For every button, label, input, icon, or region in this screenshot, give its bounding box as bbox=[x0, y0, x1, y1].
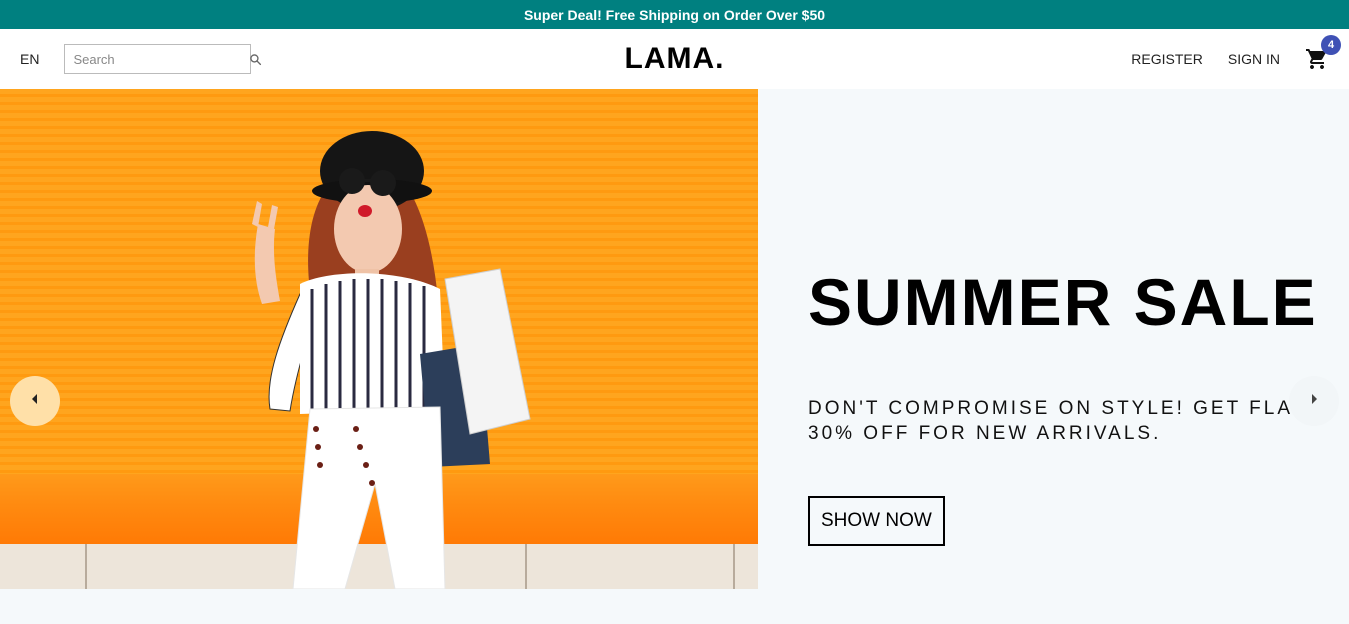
hero-image bbox=[0, 89, 758, 589]
search-input[interactable] bbox=[73, 51, 250, 67]
search-icon[interactable] bbox=[249, 52, 262, 66]
site-logo[interactable]: LAMA. bbox=[625, 42, 725, 76]
nav-left: EN bbox=[20, 44, 262, 74]
show-now-button[interactable]: SHOW NOW bbox=[808, 496, 945, 547]
model-illustration bbox=[252, 131, 531, 589]
register-link[interactable]: REGISTER bbox=[1131, 51, 1203, 67]
slide-title: SUMMER SALE bbox=[808, 265, 1318, 339]
announcement-text: Super Deal! Free Shipping on Order Over … bbox=[523, 6, 826, 23]
arrow-left-icon bbox=[30, 392, 40, 410]
language-selector[interactable]: EN bbox=[20, 51, 39, 67]
slider-left-arrow[interactable] bbox=[10, 376, 60, 426]
hero-slider: SUMMER SALE DON'T COMPROMISE ON STYLE! G… bbox=[0, 89, 1349, 589]
page-bottom bbox=[0, 589, 1349, 624]
arrow-right-icon bbox=[1309, 392, 1319, 410]
search-container bbox=[64, 44, 262, 74]
sign-in-link[interactable]: SIGN IN bbox=[1228, 51, 1280, 67]
shopping-cart-icon bbox=[1305, 49, 1329, 75]
cart-count-badge: 4 bbox=[1321, 35, 1341, 55]
navbar: EN LAMA. REGISTER SIGN IN 4 bbox=[0, 29, 1349, 89]
slide-info: SUMMER SALE DON'T COMPROMISE ON STYLE! G… bbox=[758, 89, 1349, 589]
nav-right: REGISTER SIGN IN 4 bbox=[1106, 35, 1341, 71]
slide-description: DON'T COMPROMISE ON STYLE! GET FLAT 30% … bbox=[808, 398, 1306, 444]
announcement-bar: Super Deal! Free Shipping on Order Over … bbox=[0, 0, 1349, 29]
slider-right-arrow[interactable] bbox=[1289, 376, 1339, 426]
cart-button[interactable]: 4 bbox=[1305, 35, 1341, 71]
